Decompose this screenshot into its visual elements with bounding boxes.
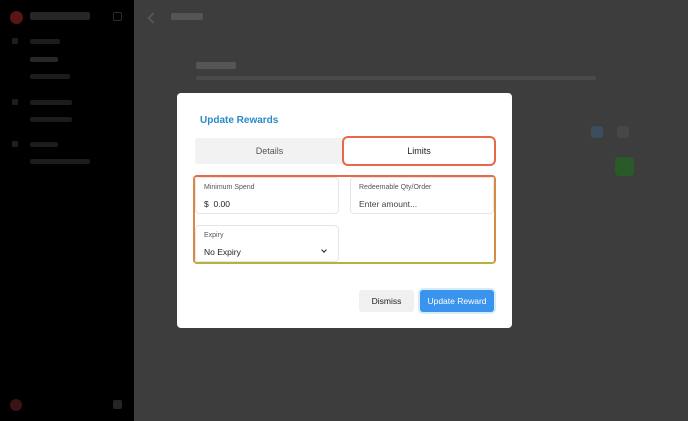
expiry-value: No Expiry	[204, 247, 241, 257]
tab-details[interactable]: Details	[195, 138, 344, 164]
nav-group-header	[30, 142, 58, 147]
sidebar	[0, 0, 134, 421]
user-avatar	[10, 399, 22, 411]
action-icon	[591, 126, 603, 138]
app-title	[30, 12, 90, 20]
nav-group-icon	[12, 38, 18, 44]
minimum-spend-label: Minimum Spend	[204, 184, 255, 191]
dismiss-button[interactable]: Dismiss	[359, 290, 414, 312]
nav-group-icon	[12, 99, 18, 105]
section-heading	[196, 62, 236, 69]
update-rewards-modal: Update Rewards Details Limits Minimum Sp…	[177, 93, 512, 328]
minimum-spend-field[interactable]: Minimum Spend $ 0.00	[195, 177, 339, 214]
modal-title: Update Rewards	[200, 115, 279, 126]
redeemable-qty-field[interactable]: Redeemable Qty/Order Enter amount...	[350, 177, 494, 214]
chevron-down-icon	[321, 247, 327, 253]
page-title	[171, 13, 203, 20]
nav-group-header	[30, 39, 60, 44]
action-icon	[617, 126, 629, 138]
collapse-sidebar-icon	[113, 12, 122, 21]
tab-bar: Details Limits	[195, 138, 494, 164]
update-reward-button[interactable]: Update Reward	[420, 290, 494, 312]
sidebar-item	[30, 74, 70, 79]
nav-group-header	[30, 100, 72, 105]
status-icon	[615, 157, 634, 176]
settings-icon	[113, 400, 122, 409]
redeemable-qty-input[interactable]: Enter amount...	[359, 199, 417, 209]
app-logo	[10, 11, 23, 24]
redeemable-qty-label: Redeemable Qty/Order	[359, 184, 432, 191]
sidebar-item	[30, 159, 90, 164]
sidebar-item	[30, 117, 72, 122]
nav-group-icon	[12, 141, 18, 147]
section-description	[196, 76, 596, 80]
back-icon	[147, 12, 159, 24]
tab-limits[interactable]: Limits	[344, 138, 494, 164]
expiry-label: Expiry	[204, 232, 224, 239]
minimum-spend-input[interactable]: 0.00	[213, 199, 230, 209]
expiry-select[interactable]: Expiry No Expiry	[195, 225, 339, 262]
minimum-spend-value-row: $ 0.00	[204, 199, 230, 209]
currency-symbol: $	[204, 199, 209, 209]
sidebar-item	[30, 57, 58, 62]
